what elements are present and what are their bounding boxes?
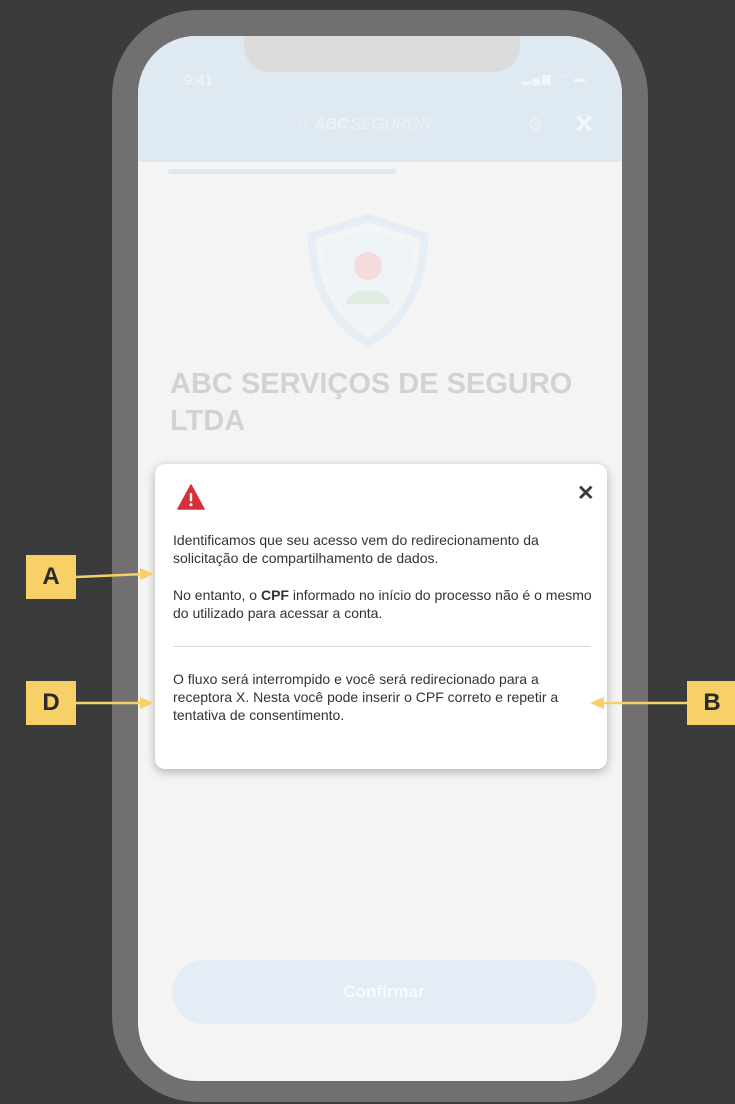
- callout-a-label: A: [26, 555, 76, 599]
- callout-arrows: [75, 568, 687, 709]
- callout-b-label: B: [687, 681, 735, 725]
- callout-d-label: D: [26, 681, 76, 725]
